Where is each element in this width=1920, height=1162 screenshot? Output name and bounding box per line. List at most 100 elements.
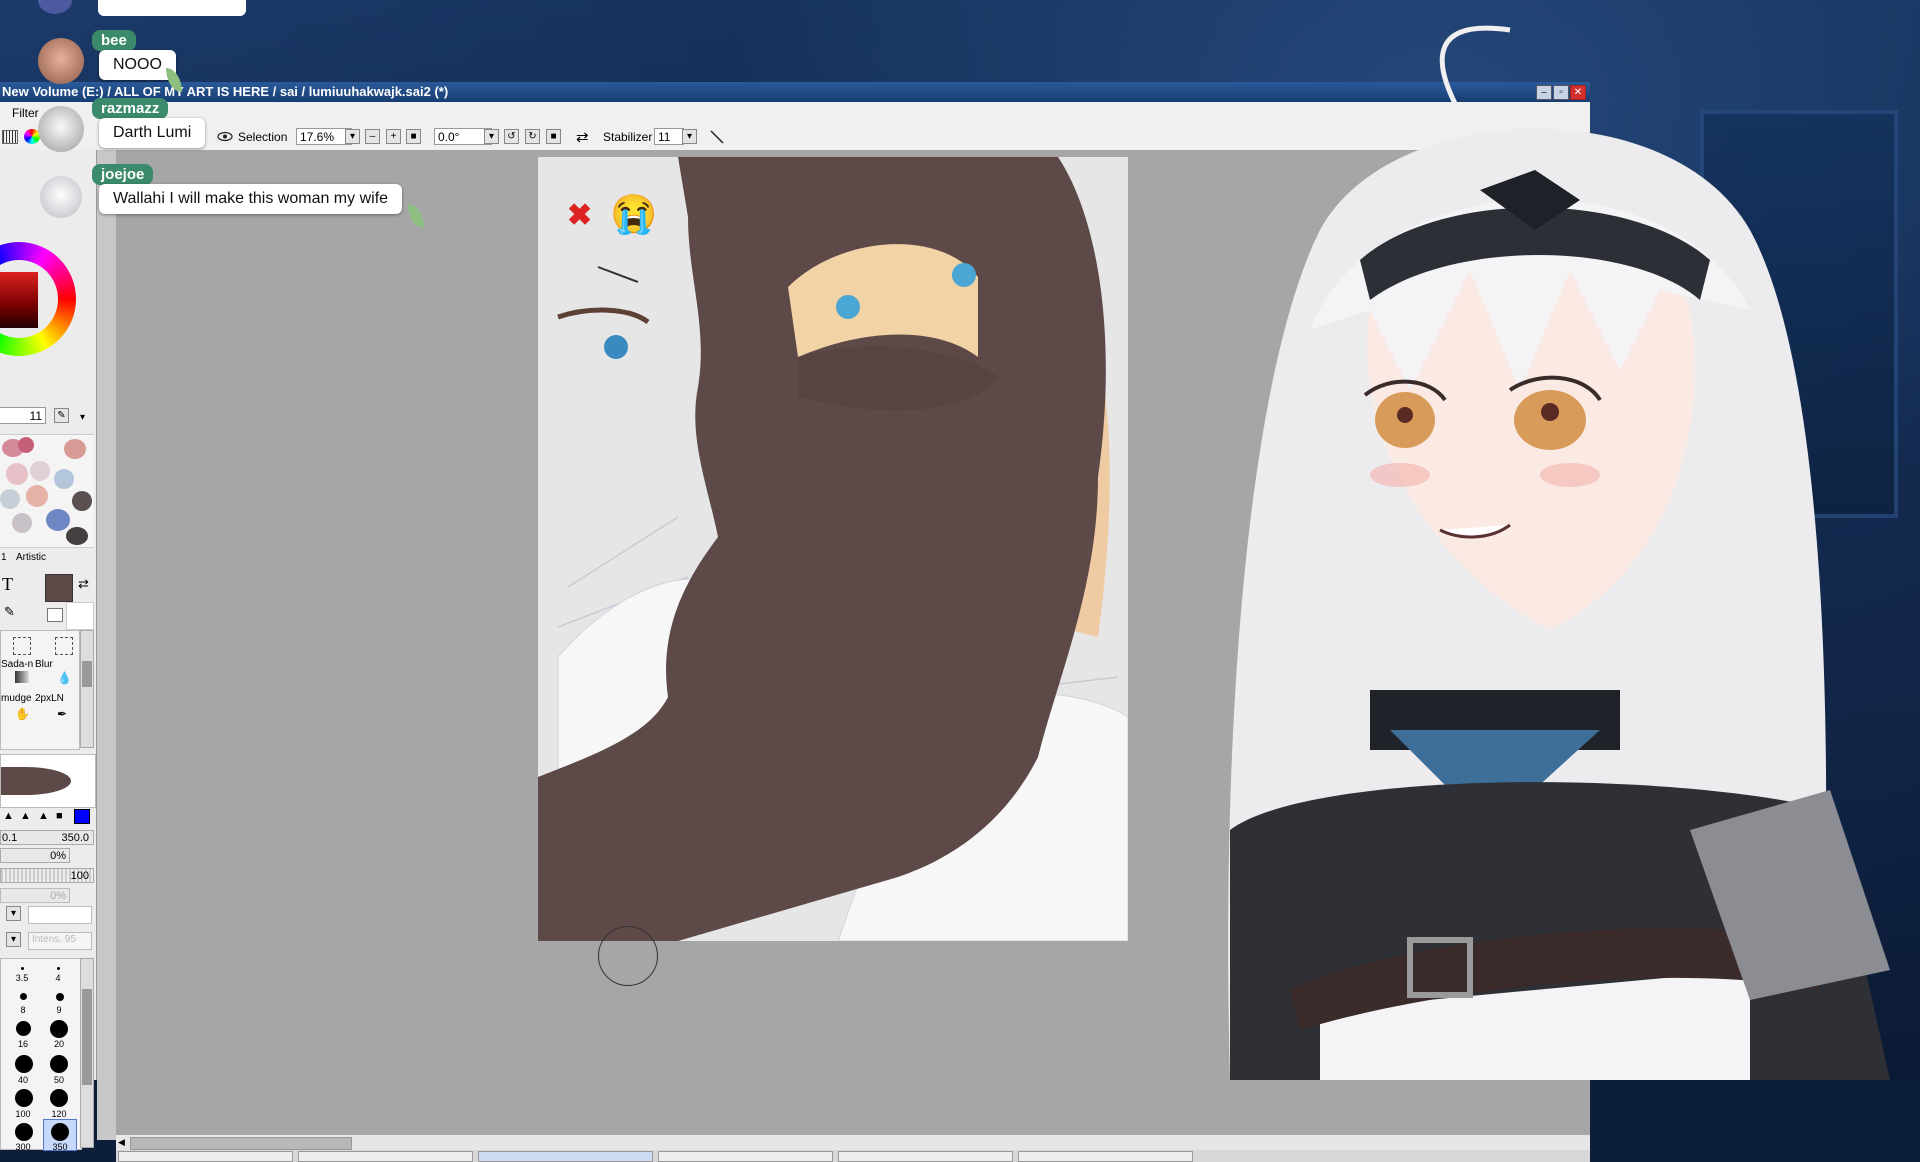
crying-emoji: 😭 (610, 194, 658, 236)
tool-tab-artistic[interactable]: Artistic (16, 552, 46, 563)
rotate-reset-button[interactable]: ■ (546, 129, 561, 144)
brush-dot-8[interactable] (20, 993, 27, 1000)
zoom-field[interactable]: 17.6% (296, 128, 352, 145)
brush-size-label: 8 (20, 1005, 26, 1015)
chat-avatar (38, 106, 84, 152)
brush-dot-300[interactable] (15, 1123, 33, 1141)
document-tabs (116, 1150, 1590, 1162)
secondary-color[interactable] (66, 602, 94, 630)
swatch-panel[interactable] (0, 434, 94, 548)
brush-size-label: 3.5 (15, 973, 29, 983)
grid-icon[interactable] (2, 130, 18, 144)
brush-shape-row[interactable]: ▲ ▲ ▲ ■ (0, 809, 94, 824)
brush-dot-120[interactable] (50, 1089, 68, 1107)
intensity-label: Intens. 95 (32, 934, 76, 945)
brush-tool-grid[interactable]: Sada-n Blur 💧 mudge 2pxLN ✋ ✒ (0, 630, 80, 750)
chat-username: razmazz (92, 98, 169, 119)
horizontal-scrollbar[interactable]: ◀ (116, 1134, 1590, 1151)
tool-tab-1[interactable]: 1 (1, 552, 7, 563)
density-value: 0% (50, 850, 66, 862)
opacity-slider[interactable]: 100 (0, 868, 94, 883)
brush-dot-40[interactable] (15, 1055, 33, 1073)
brush-dot-100[interactable] (15, 1089, 33, 1107)
panel-divider[interactable] (97, 150, 117, 1140)
blur-tool-icon[interactable]: 💧 (57, 671, 72, 685)
menu-filter[interactable]: Filter (12, 102, 39, 124)
chat-avatar (38, 38, 84, 84)
selection-eraser-icon[interactable] (55, 637, 73, 655)
select-tool-icon[interactable] (13, 637, 31, 655)
doc-tab[interactable] (298, 1151, 473, 1162)
doc-tab[interactable] (838, 1151, 1013, 1162)
brush-dot-50[interactable] (50, 1055, 68, 1073)
line-tool-icon[interactable] (708, 128, 726, 146)
brush-size-label: 120 (51, 1109, 67, 1119)
brush-size-label: 20 (53, 1039, 64, 1049)
tool-blur[interactable]: Blur (35, 659, 53, 670)
primary-color[interactable] (45, 574, 73, 602)
eyedropper-button[interactable]: ✎ (54, 408, 69, 423)
chat-message: NOOO (99, 50, 176, 80)
chat-avatar (40, 176, 82, 218)
eyedropper-icon[interactable]: ✎ (4, 604, 15, 620)
brush-dot-3-5[interactable] (21, 967, 24, 970)
chat-username: joejoe (92, 164, 154, 185)
zoom-in-button[interactable]: + (386, 129, 401, 144)
brush-preview (0, 754, 96, 808)
brush-size-label: 40 (17, 1075, 28, 1085)
tool-pen[interactable]: 2pxLN (35, 693, 64, 704)
brush-size-grid[interactable]: 3.5 4 8 9 16 20 40 50 100 120 300 350 (0, 958, 82, 1152)
brush-dot-20[interactable] (50, 1020, 68, 1038)
doc-tab[interactable] (118, 1151, 293, 1162)
density-slider[interactable]: 0% (0, 848, 70, 863)
color-value-field[interactable]: 11 (0, 407, 46, 424)
brush-size-scrollbar[interactable] (80, 958, 94, 1148)
size-max: 350.0 (61, 832, 89, 844)
texture-dropdown[interactable]: ▾ (6, 906, 21, 921)
texture-field[interactable] (28, 906, 92, 924)
brush-dot-9[interactable] (56, 993, 64, 1001)
smudge-tool-icon[interactable]: ✋ (15, 707, 30, 721)
zoom-reset-button[interactable]: ■ (406, 129, 421, 144)
swap-colors-icon[interactable]: ⇄ (78, 576, 89, 592)
brush-size-label: 350 (52, 1142, 68, 1152)
zoom-dropdown-icon[interactable]: ▾ (345, 129, 360, 144)
chat-message: Darth Lumi (99, 118, 206, 148)
rotate-left-button[interactable]: ↺ (504, 129, 519, 144)
artboard[interactable] (538, 157, 1128, 941)
blend-slider[interactable]: 0% (0, 888, 70, 903)
rotate-right-button[interactable]: ↻ (525, 129, 540, 144)
text-tool[interactable]: T (2, 574, 13, 595)
doc-tab-active[interactable] (478, 1151, 653, 1162)
brush-dot-4[interactable] (57, 967, 60, 970)
brush-size-selected[interactable]: 350 (43, 1119, 77, 1152)
transparent-color[interactable] (47, 608, 63, 622)
tool-smudge[interactable]: mudge (1, 693, 32, 704)
brush-size-label: 16 (17, 1039, 28, 1049)
effect-dropdown[interactable]: ▾ (6, 932, 21, 947)
tool-scrollbar[interactable] (80, 630, 94, 748)
intensity-field[interactable]: Intens. 95 (28, 932, 92, 950)
brush-dot-16[interactable] (16, 1021, 31, 1036)
pen-tool-icon[interactable]: ✒ (57, 707, 67, 721)
brush-size-slider[interactable]: 0.1 350.0 (0, 830, 94, 845)
stabilizer-dropdown-icon[interactable]: ▾ (682, 129, 697, 144)
opacity-value: 100 (70, 870, 89, 882)
color-square[interactable] (0, 272, 38, 328)
window-title: New Volume (E:) / ALL OF MY ART IS HERE … (2, 84, 449, 99)
stabilizer-field[interactable]: 11 (654, 128, 684, 145)
tool-shade[interactable]: Sada-n (1, 659, 33, 670)
tool-panel: 11 ✎ ▾ 1 Artistic T ⇄ ✎ Sada-n Blur 💧 mu… (0, 150, 97, 1152)
zoom-out-button[interactable]: – (365, 129, 380, 144)
swatch-dropdown-icon[interactable]: ▾ (80, 412, 85, 423)
doc-tab[interactable] (1018, 1151, 1193, 1162)
doc-tab[interactable] (658, 1151, 833, 1162)
rotation-dropdown-icon[interactable]: ▾ (484, 129, 499, 144)
brush-size-label: 300 (15, 1142, 31, 1152)
brush-size-label: 100 (15, 1109, 31, 1119)
shade-tool-icon[interactable] (15, 671, 29, 683)
chat-message: Wallahi I will make this woman my wife (99, 184, 403, 214)
eye-icon[interactable] (217, 130, 233, 143)
brush-size-label: 9 (56, 1005, 62, 1015)
flip-icon[interactable]: ⇄ (576, 128, 589, 146)
